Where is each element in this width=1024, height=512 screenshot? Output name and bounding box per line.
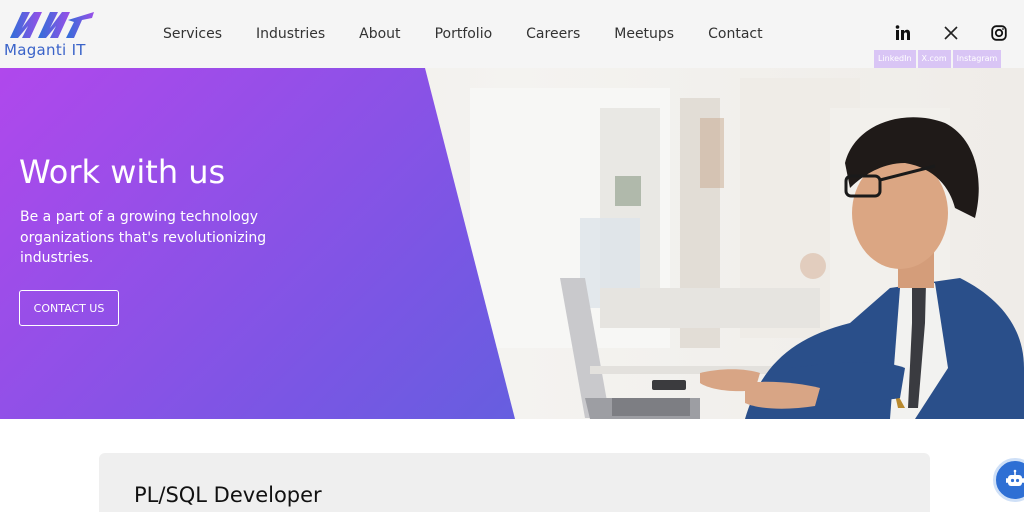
logo-text: Maganti IT [4, 41, 86, 59]
main-nav: Services Industries About Portfolio Care… [150, 22, 797, 46]
linkedin-icon[interactable] [892, 22, 914, 44]
nav-item-services[interactable]: Services [163, 22, 222, 46]
chatbot-icon [1006, 469, 1024, 486]
instagram-glyph [991, 25, 1007, 41]
instagram-tooltip: Instagram [952, 50, 1002, 68]
x-icon[interactable] [940, 22, 962, 44]
linkedin-tooltip: LinkedIn [874, 50, 916, 68]
company-logo[interactable]: Maganti IT [4, 8, 100, 62]
linkedin-glyph [895, 25, 910, 40]
logo-mark-icon [10, 12, 94, 38]
hero-title: Work with us [19, 153, 226, 191]
hero-subtitle: Be a part of a growing technology organi… [20, 209, 267, 266]
job-card[interactable]: PL/SQL Developer [99, 453, 930, 512]
x-glyph [944, 26, 958, 40]
contact-us-button[interactable]: CONTACT US [19, 290, 119, 326]
social-tooltips: LinkedIn X.com Instagram [874, 50, 1003, 68]
site-header: Maganti IT Services Industries About Por… [0, 0, 1024, 68]
job-title: PL/SQL Developer [134, 483, 322, 507]
chatbot-button[interactable] [993, 458, 1024, 502]
nav-item-meetups[interactable]: Meetups [614, 22, 674, 46]
nav-item-portfolio[interactable]: Portfolio [435, 22, 493, 46]
nav-item-industries[interactable]: Industries [256, 22, 325, 46]
x-tooltip: X.com [917, 50, 951, 68]
hero-banner: Work with us Be a part of a growing tech… [0, 68, 1024, 419]
nav-item-about[interactable]: About [359, 22, 400, 46]
nav-item-careers[interactable]: Careers [526, 22, 580, 46]
instagram-icon[interactable] [988, 22, 1010, 44]
nav-item-contact[interactable]: Contact [708, 22, 762, 46]
